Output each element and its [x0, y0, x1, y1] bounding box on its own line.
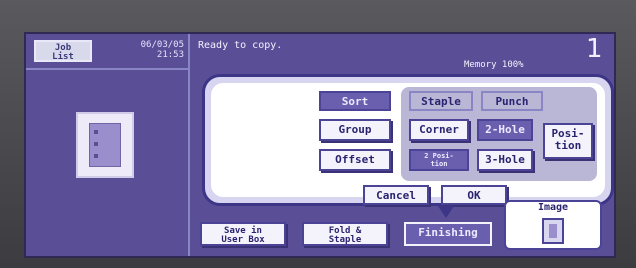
two-position-button[interactable]: 2 Posi- tion	[409, 149, 469, 171]
fold-staple-button[interactable]: Fold & Staple	[302, 222, 388, 246]
image-preview-icon	[542, 218, 564, 244]
memory-indicator: Memory 100%	[464, 60, 524, 70]
sort-button[interactable]: Sort	[319, 91, 391, 111]
ok-button[interactable]: OK	[441, 185, 507, 205]
group-button[interactable]: Group	[319, 119, 391, 141]
position-button[interactable]: Posi- tion	[543, 123, 593, 159]
preview-page	[89, 123, 121, 167]
image-label: Image	[537, 202, 569, 213]
finishing-dialog: Sort Group Offset Staple Punch Corner 2-…	[202, 74, 614, 206]
copy-count: 1	[586, 34, 603, 64]
left-panel: Job List 06/03/05 21:53	[26, 34, 190, 256]
tab-punch[interactable]: Punch	[481, 91, 543, 111]
dialog-body: Sort Group Offset Staple Punch Corner 2-…	[211, 83, 605, 205]
three-hole-button[interactable]: 3-Hole	[477, 149, 533, 171]
finishing-button[interactable]: Finishing	[404, 222, 492, 246]
save-in-user-box-button[interactable]: Save in User Box	[200, 222, 286, 246]
cancel-button[interactable]: Cancel	[363, 185, 429, 205]
image-thumb-page	[549, 224, 557, 238]
tab-staple[interactable]: Staple	[409, 91, 473, 111]
job-list-button[interactable]: Job List	[34, 40, 92, 62]
hole-mark	[94, 142, 98, 146]
two-hole-button[interactable]: 2-Hole	[477, 119, 533, 141]
date-time: 06/03/05 21:53	[140, 40, 184, 60]
hole-mark	[94, 130, 98, 134]
page-preview-icon	[76, 112, 134, 178]
status-message: Ready to copy.	[198, 40, 283, 51]
image-preview: Image	[504, 200, 602, 250]
corner-button[interactable]: Corner	[409, 119, 469, 141]
left-divider	[26, 68, 190, 70]
hole-mark	[94, 154, 98, 158]
offset-button[interactable]: Offset	[319, 149, 391, 171]
touch-screen: Job List 06/03/05 21:53 Ready to copy. M…	[24, 32, 616, 258]
dialog-pointer	[438, 206, 454, 218]
